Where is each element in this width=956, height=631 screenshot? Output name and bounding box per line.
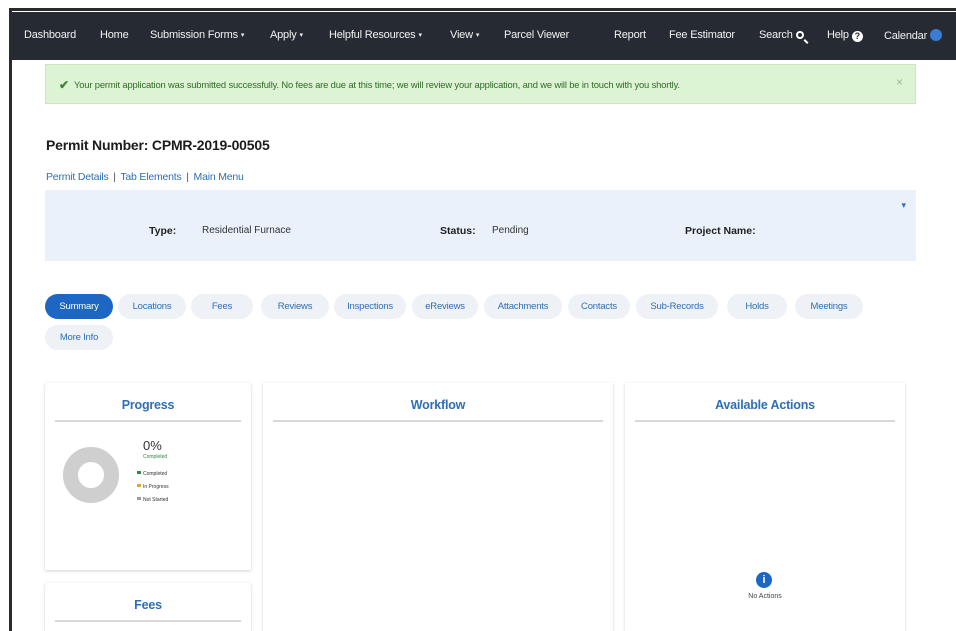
link-separator: | [113,171,116,183]
legend-not-started: Not Started [137,497,168,503]
screenshot-frame: Dashboard Home Submission Forms ▾ Apply ▾ … [0,0,956,631]
card-divider [273,420,603,422]
info-icon: i [756,572,772,588]
link-permit-details[interactable]: Permit Details [46,171,109,183]
nav-apply-label: Apply [270,29,297,41]
legend-label: In Progress [143,484,169,490]
chevron-down-icon: ▾ [475,32,480,39]
nav-report-label: Report [614,29,646,41]
progress-donut-chart [63,447,119,503]
tab-holds[interactable]: Holds [727,294,787,319]
breadcrumb-links: Permit Details | Tab Elements | Main Men… [46,171,244,183]
tab-more-info[interactable]: More Info [45,325,113,350]
tab-ereviews[interactable]: eReviews [412,294,478,319]
progress-percent: 0% [143,438,162,453]
link-tab-elements[interactable]: Tab Elements [120,171,181,183]
card-divider [55,620,241,622]
workflow-title: Workflow [410,398,466,412]
nav-apply[interactable]: Apply ▾ [270,29,303,41]
nav-helpful-resources-label: Helpful Resources [329,29,416,41]
legend-swatch [137,484,141,487]
tab-reviews[interactable]: Reviews [261,294,329,319]
status-label: Status: [440,225,476,237]
nav-submission-forms[interactable]: Submission Forms ▾ [150,29,244,41]
nav-help-label: Help [827,29,849,41]
legend-label: Completed [143,471,168,477]
progress-percent-caption: Completed [143,454,168,460]
nav-calendar-label: Calendar [884,30,928,42]
success-alert: ✔ Your permit application was submitted … [45,64,916,104]
nav-dashboard-label: Dashboard [24,29,77,41]
nav-helpful-resources[interactable]: Helpful Resources ▾ [329,29,422,41]
nav-home-label: Home [100,29,129,41]
legend-swatch [137,497,141,500]
available-actions-title: Available Actions [715,398,815,412]
nav-dashboard[interactable]: Dashboard [24,29,76,41]
nav-help[interactable]: Help? [827,29,863,42]
permit-info-panel: ▾ Type: Residential Furnace Status: Pend… [45,190,916,261]
legend-label: Not Started [143,497,169,503]
tab-attachments[interactable]: Attachments [484,294,562,319]
top-navbar: Dashboard Home Submission Forms ▾ Apply ▾ … [12,12,956,60]
legend-swatch [137,471,141,474]
card-divider [635,420,895,422]
nav-view[interactable]: View ▾ [450,29,479,41]
tab-locations[interactable]: Locations [118,294,186,319]
card-divider [55,420,241,422]
fees-card: Fees [45,583,251,631]
chevron-down-icon: ▾ [418,32,422,39]
link-separator: | [186,171,189,183]
progress-title: Progress [121,398,175,412]
frame-left-border [9,8,12,631]
type-label: Type: [149,225,177,237]
nav-search-label: Search [759,29,793,41]
tab-summary[interactable]: Summary [45,294,113,319]
search-icon [795,31,804,39]
tab-sub-records[interactable]: Sub-Records [636,294,718,319]
nav-submission-forms-label: Submission Forms [150,29,238,41]
nav-home[interactable]: Home [100,29,129,41]
nav-view-label: View [450,29,473,41]
project-name-label: Project Name: [685,225,756,237]
tab-contacts[interactable]: Contacts [568,294,630,319]
nav-report[interactable]: Report [614,29,646,41]
legend-in-progress: In Progress [137,484,169,490]
checkmark-icon: ✔ [59,78,70,92]
type-value: Residential Furnace [202,225,291,236]
nav-fee-estimator-label: Fee Estimator [669,29,735,41]
workflow-card: Workflow [263,383,613,631]
nav-parcel-viewer-label: Parcel Viewer [504,29,570,41]
nav-calendar[interactable]: Calendar [884,29,943,42]
legend-completed: Completed [137,471,167,477]
nav-parcel-viewer[interactable]: Parcel Viewer [504,29,569,41]
frame-top-border [11,8,956,11]
link-main-menu[interactable]: Main Menu [194,171,244,183]
calendar-badge-icon [930,29,943,41]
nav-fee-estimator[interactable]: Fee Estimator [669,29,735,41]
close-icon[interactable]: × [896,75,903,89]
chevron-down-icon[interactable]: ▾ [901,200,906,211]
page-title: Permit Number: CPMR-2019-00505 [46,137,270,153]
available-actions-card: Available Actions i No Actions [625,383,905,631]
status-value: Pending [492,225,529,236]
progress-card: Progress 0% Completed Completed In Progr… [45,383,251,570]
tab-fees[interactable]: Fees [191,294,253,319]
fees-title: Fees [134,598,162,612]
nav-search[interactable]: Search [759,29,804,41]
tab-meetings[interactable]: Meetings [795,294,863,319]
chevron-down-icon: ▾ [299,32,304,39]
tab-inspections[interactable]: Inspections [334,294,406,319]
help-icon: ? [851,31,863,42]
alert-message: Your permit application was submitted su… [74,79,680,90]
no-actions-text: No Actions [748,593,782,600]
chevron-down-icon: ▾ [240,32,245,39]
